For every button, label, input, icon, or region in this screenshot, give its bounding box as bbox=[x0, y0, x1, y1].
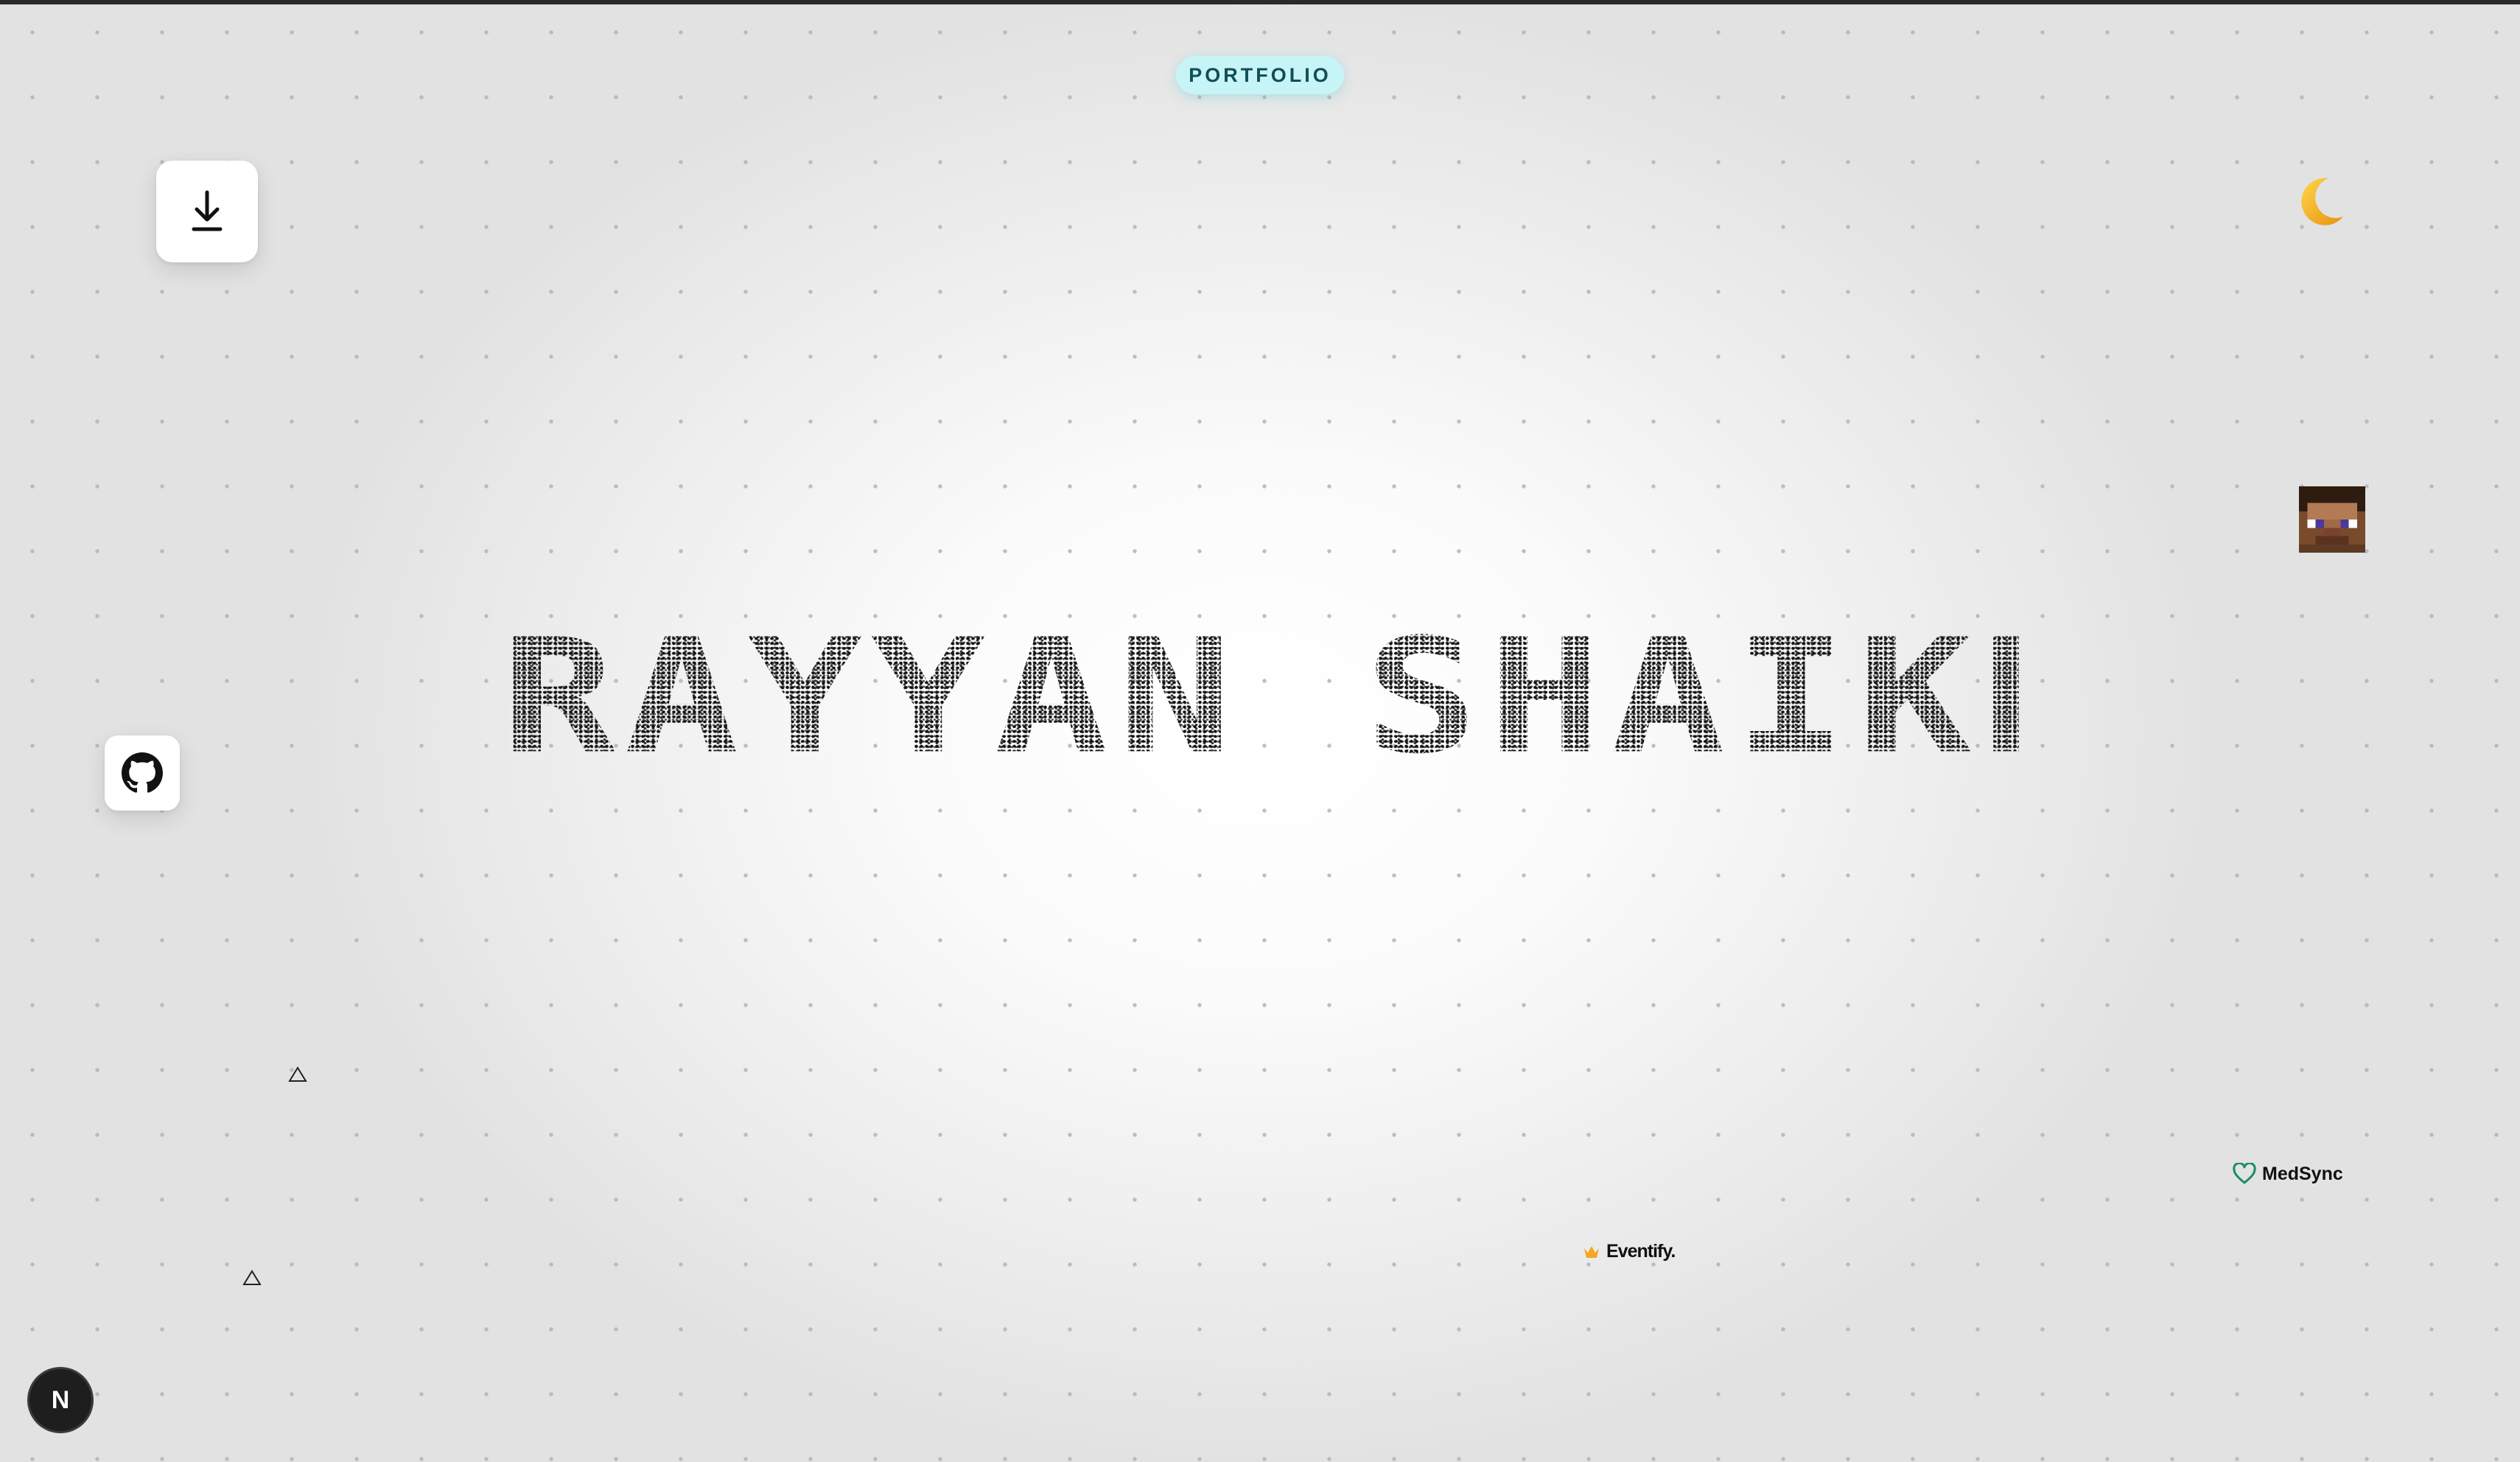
dev-tools-label: N bbox=[51, 1385, 70, 1414]
triangle-icon bbox=[242, 1270, 262, 1285]
github-icon bbox=[122, 752, 163, 793]
download-icon bbox=[192, 190, 223, 231]
heart-icon bbox=[2233, 1163, 2256, 1184]
moon-icon bbox=[2301, 178, 2343, 225]
eventify-label: Eventify. bbox=[1606, 1241, 1676, 1262]
hero-name: RAYYAN SHAIKH bbox=[501, 626, 2019, 796]
hero-name-text: RAYYAN SHAIKH bbox=[501, 604, 2104, 788]
medsync-label: MedSync bbox=[2262, 1163, 2343, 1184]
portfolio-badge-label: PORTFOLIO bbox=[1189, 63, 1331, 86]
github-button[interactable] bbox=[105, 735, 180, 811]
theme-toggle-button[interactable] bbox=[2290, 172, 2349, 231]
avatar[interactable] bbox=[2299, 486, 2365, 553]
dev-tools-button[interactable]: N bbox=[29, 1369, 91, 1431]
crown-icon bbox=[1584, 1245, 1599, 1258]
download-button[interactable] bbox=[156, 161, 258, 262]
portfolio-badge: PORTFOLIO bbox=[1176, 56, 1344, 94]
avatar-icon bbox=[2299, 486, 2365, 553]
eventify-project-link[interactable]: Eventify. bbox=[1583, 1241, 1676, 1262]
triangle-icon bbox=[288, 1066, 307, 1082]
medsync-project-link[interactable]: MedSync bbox=[2233, 1163, 2343, 1185]
